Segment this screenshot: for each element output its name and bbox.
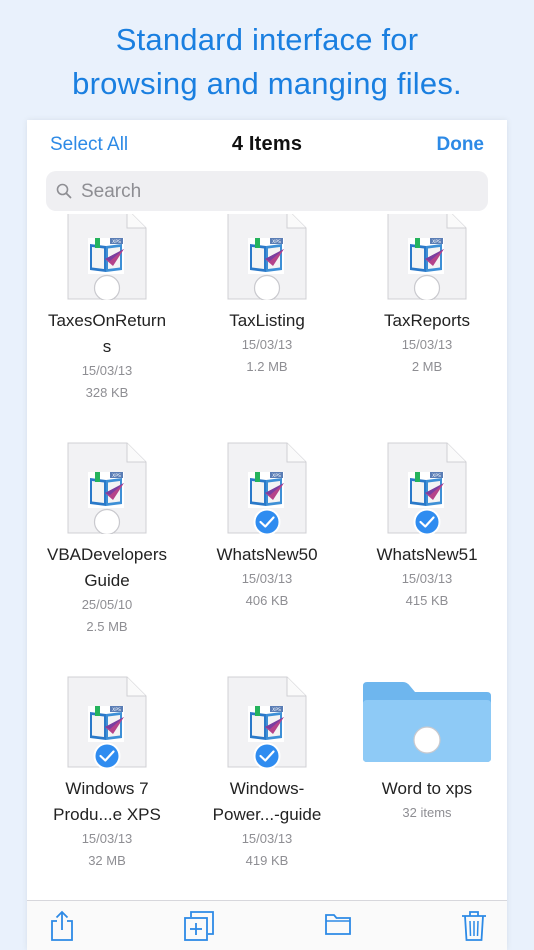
file-name: TaxesOnReturn [47, 311, 167, 330]
file-thumbnail: XPS [227, 214, 307, 302]
done-button[interactable]: Done [437, 134, 485, 156]
file-thumbnail: XPS [67, 676, 147, 770]
selected-checkmark-icon[interactable] [253, 742, 281, 770]
file-size: 2.5 MB [86, 619, 128, 634]
duplicate-icon[interactable] [183, 910, 215, 942]
file-date: 15/03/13 [401, 337, 453, 352]
xps-badge-text: XPS [112, 473, 121, 479]
file-name: Word to xps [381, 779, 473, 798]
file-item[interactable]: XPS TaxesOnReturn s 15/03/13 328 KB [27, 214, 187, 424]
xps-badge-text: XPS [112, 239, 121, 245]
selection-circle-icon[interactable] [93, 274, 121, 302]
file-name: VBADevelopers [46, 545, 167, 564]
file-name: Produ...e XPS [53, 805, 161, 824]
folder-item[interactable]: Word to xps 32 items [347, 662, 507, 892]
file-thumbnail: XPS [387, 214, 467, 302]
file-size: 406 KB [245, 593, 289, 608]
xps-badge-text: XPS [272, 239, 281, 245]
search-bar[interactable] [46, 171, 488, 213]
file-date: 25/05/10 [81, 597, 133, 612]
file-info: TaxesOnReturn s 15/03/13 328 KB [27, 308, 187, 404]
selected-checkmark-icon[interactable] [93, 742, 121, 770]
file-name: WhatsNew50 [216, 545, 318, 564]
file-info: Windows 7 Produ...e XPS 15/03/13 32 MB [27, 776, 187, 872]
file-name: WhatsNew51 [376, 545, 478, 564]
file-item[interactable]: XPS WhatsNew51 15/03/13 415 KB [347, 428, 507, 658]
xps-document-icon: XPS [67, 442, 147, 536]
folder-icon [363, 682, 491, 762]
file-name: Guide [84, 571, 130, 590]
file-date: 15/03/13 [241, 571, 293, 586]
navigation-bar: Select All 4 Items Done [27, 120, 507, 170]
file-date: 15/03/13 [241, 337, 293, 352]
file-size: 32 MB [88, 853, 126, 868]
file-thumbnail: XPS [67, 442, 147, 536]
folder-icon[interactable] [324, 910, 352, 938]
file-size: 1.2 MB [246, 359, 288, 374]
selection-circle-icon[interactable] [93, 508, 121, 536]
file-item[interactable]: XPS WhatsNew50 15/03/13 406 KB [187, 428, 347, 658]
xps-badge-text: XPS [432, 239, 441, 245]
file-size: 415 KB [405, 593, 449, 608]
xps-document-icon: XPS [67, 676, 147, 770]
file-info: TaxListing 15/03/13 1.2 MB [187, 308, 347, 378]
bottom-toolbar [27, 900, 507, 950]
promo-headline-line-2: browsing and manging files. [72, 66, 462, 101]
xps-badge-text: XPS [272, 473, 281, 479]
file-thumbnail: XPS [227, 442, 307, 536]
promo-headline-line-1: Standard interface for [115, 22, 419, 57]
file-item[interactable]: XPS TaxListing 15/03/13 1.2 MB [187, 214, 347, 424]
share-icon[interactable] [49, 910, 75, 942]
folder-item-count: 32 items [402, 805, 452, 820]
selected-checkmark-icon[interactable] [413, 508, 441, 536]
file-date: 15/03/13 [81, 831, 133, 846]
search-icon [56, 183, 72, 199]
xps-document-icon: XPS [387, 214, 467, 302]
file-thumbnail: XPS [227, 676, 307, 770]
file-grid: XPS TaxesOnReturn s 15/03/13 328 KB XPS TaxLis… [27, 214, 507, 900]
file-item[interactable]: XPS Windows 7 Produ...e XPS 15/03/13 32 MB [27, 662, 187, 892]
file-name: TaxListing [229, 311, 305, 330]
file-date: 15/03/13 [241, 831, 293, 846]
file-name: Power...-guide [212, 805, 322, 824]
file-size: 2 MB [411, 359, 443, 374]
selection-circle-icon[interactable] [413, 274, 441, 302]
file-name: Windows 7 [65, 779, 149, 798]
file-info: Word to xps 32 items [347, 776, 507, 824]
items-count-title: 4 Items [231, 133, 303, 155]
file-date: 15/03/13 [401, 571, 453, 586]
file-size: 419 KB [245, 853, 289, 868]
trash-icon[interactable] [461, 910, 487, 942]
selection-circle-icon[interactable] [253, 274, 281, 302]
file-browser-panel: Select All 4 Items Done XPS TaxesOnReturn… [27, 120, 507, 950]
file-info: WhatsNew51 15/03/13 415 KB [347, 542, 507, 612]
file-info: Windows- Power...-guide 15/03/13 419 KB [187, 776, 347, 872]
file-item[interactable]: XPS TaxReports 15/03/13 2 MB [347, 214, 507, 424]
selection-circle-icon[interactable] [413, 726, 441, 754]
xps-badge-text: XPS [272, 707, 281, 713]
file-info: TaxReports 15/03/13 2 MB [347, 308, 507, 378]
file-thumbnail: XPS [67, 214, 147, 302]
file-date: 15/03/13 [81, 363, 133, 378]
file-info: WhatsNew50 15/03/13 406 KB [187, 542, 347, 612]
promo-headline: Standard interface for browsing and mang… [0, 18, 534, 106]
file-item[interactable]: XPS VBADevelopers Guide 25/05/10 2.5 MB [27, 428, 187, 658]
xps-document-icon: XPS [387, 442, 467, 536]
file-info: VBADevelopers Guide 25/05/10 2.5 MB [27, 542, 187, 638]
xps-document-icon: XPS [227, 214, 307, 302]
selected-checkmark-icon[interactable] [253, 508, 281, 536]
file-thumbnail: XPS [387, 442, 467, 536]
file-size: 328 KB [85, 385, 129, 400]
file-name: Windows- [229, 779, 305, 798]
xps-badge-text: XPS [112, 707, 121, 713]
file-item[interactable]: XPS Windows- Power...-guide 15/03/13 419 KB [187, 662, 347, 892]
file-name: TaxReports [384, 311, 470, 330]
search-input[interactable] [79, 171, 478, 213]
xps-badge-text: XPS [432, 473, 441, 479]
xps-document-icon: XPS [227, 442, 307, 536]
file-name: s [102, 337, 112, 356]
xps-document-icon: XPS [227, 676, 307, 770]
xps-document-icon: XPS [67, 214, 147, 302]
